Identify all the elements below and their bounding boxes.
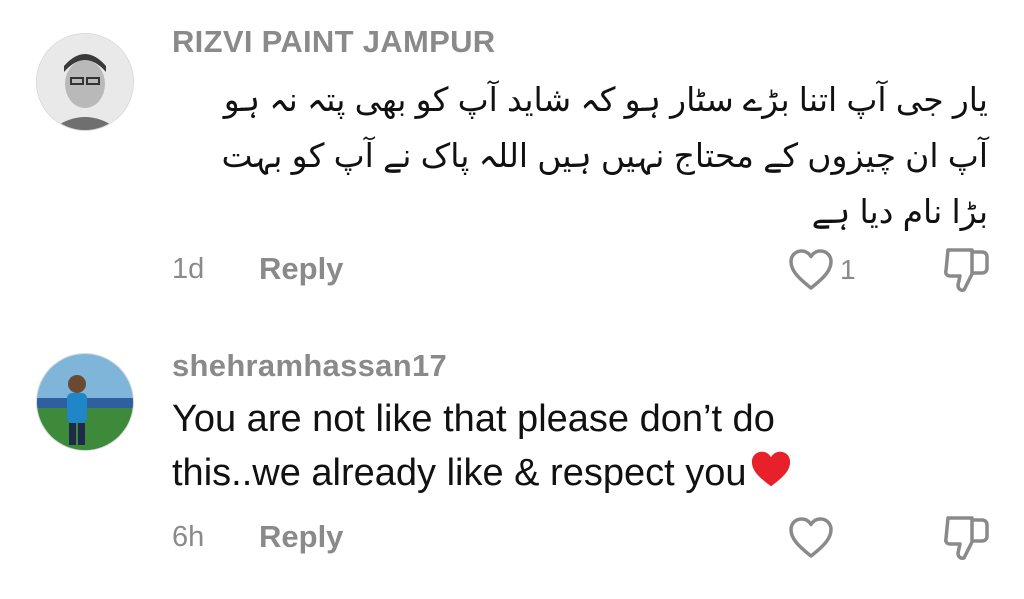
reply-button[interactable]: Reply (259, 519, 343, 555)
comment-text: یار جی آپ اتنا بڑے سٹار ہو کہ شاید آپ کو… (168, 72, 988, 240)
comment-line: یار جی آپ اتنا بڑے سٹار ہو کہ شاید آپ کو… (223, 81, 988, 118)
comment-2: shehramhassan17 You are not like that pl… (0, 300, 1024, 599)
avatar[interactable] (36, 353, 134, 451)
comment-line: بڑا نام دیا ہے (811, 193, 988, 230)
comment-text: You are not like that please don’t do th… (172, 392, 932, 504)
reply-button[interactable]: Reply (259, 251, 343, 287)
heart-outline-icon[interactable] (787, 248, 835, 297)
like-count: 1 (840, 254, 856, 285)
comment-line: You are not like that please don’t do (172, 398, 775, 440)
username[interactable]: RIZVI PAINT JAMPUR (172, 24, 495, 60)
comment-line: آپ ان چیزوں کے محتاج نہیں ہیں اللہ پاک ن… (221, 137, 988, 174)
comment-1: RIZVI PAINT JAMPUR یار جی آپ اتنا بڑے سٹ… (0, 0, 1024, 300)
comment-age: 1d (172, 253, 205, 285)
heart-outline-icon[interactable] (787, 516, 835, 565)
username[interactable]: shehramhassan17 (172, 348, 447, 384)
red-heart-emoji (749, 449, 793, 504)
thumbs-down-icon[interactable] (942, 244, 992, 301)
thumbs-down-icon[interactable] (942, 512, 992, 569)
comment-line: this..we already like & respect you (172, 446, 932, 504)
avatar[interactable] (36, 33, 134, 131)
comment-age: 6h (172, 521, 205, 553)
